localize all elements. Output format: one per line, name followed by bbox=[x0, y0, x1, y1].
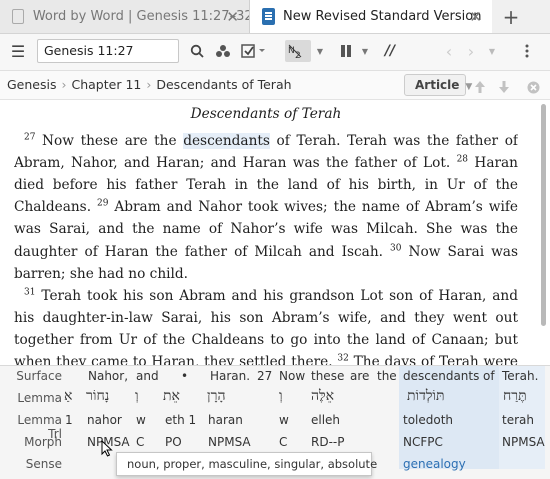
highlighted-word[interactable]: descendants bbox=[183, 133, 270, 150]
article-label: Article bbox=[415, 78, 460, 92]
sense-link[interactable]: genealogy bbox=[403, 457, 466, 471]
lemma-word[interactable]: תֶּרַח bbox=[503, 388, 527, 405]
lemma-word[interactable]: אֵלֶּה bbox=[311, 388, 334, 405]
new-tab-button[interactable]: + bbox=[496, 0, 526, 33]
scrollbar-thumb[interactable] bbox=[541, 104, 546, 326]
surface-word[interactable]: and bbox=[136, 369, 159, 383]
lemma-word[interactable]: וְ bbox=[135, 388, 139, 405]
parallel-icon[interactable] bbox=[336, 40, 356, 62]
morph-code[interactable]: C bbox=[279, 435, 287, 449]
paragraph: 27 Now these are the descendants of Tera… bbox=[14, 130, 518, 285]
verse-number[interactable]: 29 bbox=[97, 199, 108, 209]
surface-word[interactable]: of bbox=[483, 369, 495, 383]
close-panel-icon[interactable] bbox=[525, 76, 541, 98]
morph-code[interactable]: RD--P bbox=[311, 435, 344, 449]
breadcrumb: Genesis › Chapter 11 › Descendants of Terah bbox=[7, 77, 292, 92]
row-label-surface: Surface bbox=[16, 369, 62, 383]
surface-word[interactable]: the bbox=[377, 369, 397, 383]
lemma-word[interactable]: אַ bbox=[64, 388, 72, 405]
chevron-down-icon[interactable]: ▼ bbox=[486, 40, 498, 62]
lemma-trl-word[interactable]: elleh bbox=[311, 413, 340, 427]
lemma-trl-word[interactable]: terah bbox=[502, 413, 534, 427]
breadcrumb-book[interactable]: Genesis bbox=[7, 77, 57, 92]
breadcrumb-chapter[interactable]: Chapter 11 bbox=[72, 77, 142, 92]
surface-word-selected[interactable]: descendants bbox=[403, 369, 479, 383]
lemma-trl-word[interactable]: haran bbox=[208, 413, 243, 427]
lemma-trl-word[interactable]: 1 bbox=[65, 413, 73, 427]
search-icon[interactable] bbox=[187, 40, 207, 62]
bible-text: Descendants of Terah 27 Now these are th… bbox=[14, 103, 518, 365]
arrow-up-icon[interactable] bbox=[473, 76, 487, 98]
paragraph: 31 Terah took his son Abram and his gran… bbox=[14, 285, 518, 365]
back-icon[interactable]: ‹ bbox=[440, 40, 458, 62]
lemma-trl-word-selected[interactable]: toledoth bbox=[403, 413, 453, 427]
tab-word-by-word[interactable]: Word by Word | Genesis 11:27–32 ✕ bbox=[0, 0, 250, 33]
lemma-word[interactable]: הָרָן bbox=[207, 388, 226, 405]
section-heading: Descendants of Terah bbox=[190, 106, 342, 122]
reference-input[interactable]: Genesis 11:27 bbox=[37, 39, 179, 63]
surface-word[interactable]: are bbox=[350, 369, 369, 383]
tab-nrsv[interactable]: New Revised Standard Version ✕ bbox=[250, 0, 492, 33]
interlinear-icon[interactable]: N2 bbox=[285, 40, 311, 62]
row-label-lemma: Lemma bbox=[17, 391, 62, 405]
lemma-word-selected[interactable]: תּוֹלְדוֹת bbox=[407, 388, 445, 405]
tab-label: New Revised Standard Version bbox=[283, 9, 482, 24]
morph-code[interactable]: C bbox=[136, 435, 144, 449]
menu-icon[interactable]: ☰ bbox=[8, 40, 28, 62]
forward-icon[interactable]: › bbox=[462, 40, 480, 62]
verse-text: Now these are the bbox=[35, 133, 184, 150]
more-options-icon[interactable] bbox=[520, 40, 534, 62]
morph-code-selected[interactable]: NCFPC bbox=[403, 435, 443, 449]
surface-word[interactable]: Nahor, bbox=[88, 369, 128, 383]
lemma-trl-word[interactable]: w bbox=[136, 413, 146, 427]
morph-code[interactable]: PO bbox=[165, 435, 182, 449]
tab-label: Word by Word | Genesis 11:27–32 bbox=[32, 9, 249, 24]
close-tab-icon[interactable]: ✕ bbox=[469, 8, 482, 26]
chevron-down-icon[interactable]: ▼ bbox=[359, 40, 371, 62]
parallel-lines-icon[interactable]: // bbox=[380, 40, 400, 62]
surface-word[interactable]: Now bbox=[279, 369, 305, 383]
visual-filters-icon[interactable] bbox=[212, 40, 234, 62]
verse-number: 27 bbox=[257, 369, 273, 383]
verse-number[interactable]: 28 bbox=[457, 155, 468, 165]
lemma-word[interactable]: וְ bbox=[279, 388, 283, 405]
morph-code[interactable]: NPMSA bbox=[502, 435, 545, 449]
morph-code[interactable]: NPMSA bbox=[208, 435, 251, 449]
article-dropdown[interactable]: Article ▼ bbox=[404, 74, 472, 96]
document-icon bbox=[12, 9, 24, 24]
bible-icon bbox=[262, 8, 275, 25]
chevron-down-icon[interactable]: ▼ bbox=[314, 40, 326, 62]
lemma-trl-word[interactable]: eth 1 bbox=[165, 413, 196, 427]
morph-tooltip: noun, proper, masculine, singular, absol… bbox=[116, 452, 377, 476]
surface-word[interactable]: Terah. bbox=[502, 369, 538, 383]
surface-word[interactable]: Haran. bbox=[210, 369, 250, 383]
row-label-morph: Morph bbox=[24, 435, 62, 449]
lemma-trl-word[interactable]: nahor bbox=[87, 413, 122, 427]
lemma-trl-word[interactable]: w bbox=[279, 413, 289, 427]
chevron-down-icon: ▼ bbox=[465, 82, 473, 92]
mouse-cursor-icon bbox=[101, 439, 113, 460]
surface-word[interactable]: these bbox=[311, 369, 344, 383]
lemma-word[interactable]: נָחוֹר bbox=[86, 388, 109, 405]
verse-number[interactable]: 27 bbox=[24, 133, 35, 143]
checklist-icon[interactable] bbox=[240, 40, 268, 62]
verse-number[interactable]: 32 bbox=[337, 353, 348, 363]
lemma-word[interactable]: אֵת bbox=[163, 388, 180, 405]
surface-word[interactable]: • bbox=[181, 369, 188, 383]
verse-number[interactable]: 30 bbox=[390, 243, 401, 253]
row-label-sense: Sense bbox=[25, 457, 62, 471]
verse-number[interactable]: 31 bbox=[24, 287, 35, 297]
arrow-down-icon[interactable] bbox=[497, 76, 511, 98]
close-tab-icon[interactable]: ✕ bbox=[226, 8, 239, 26]
breadcrumb-section[interactable]: Descendants of Terah bbox=[156, 77, 291, 92]
